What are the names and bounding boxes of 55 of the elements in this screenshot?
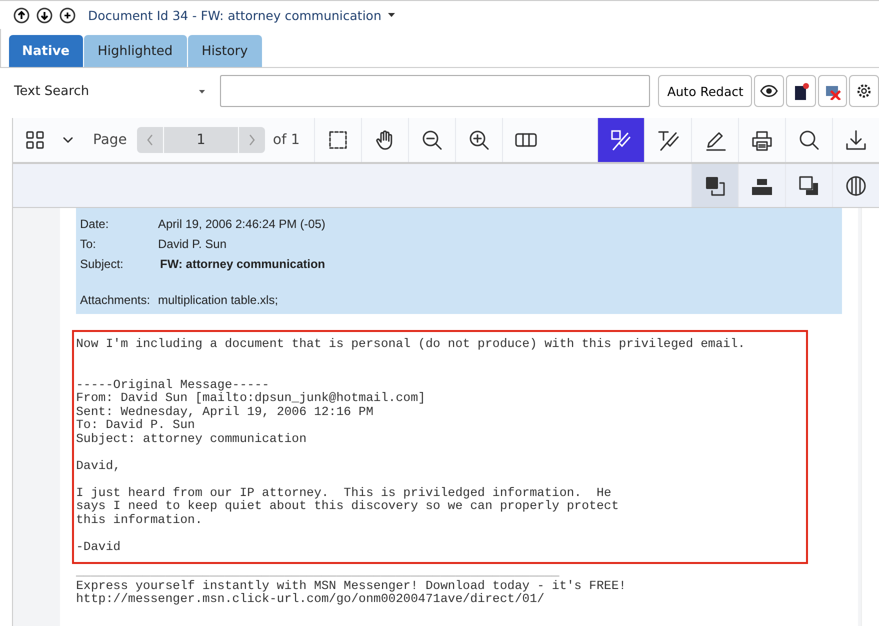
caret-icon: [387, 11, 396, 19]
chevron-left-icon: [146, 134, 154, 146]
search-mode-dropdown[interactable]: Text Search: [6, 76, 212, 106]
field-value: FW: attorney communication: [160, 257, 326, 271]
field-label: Date:: [80, 217, 110, 231]
caret-icon: [198, 88, 206, 94]
add-button[interactable]: [59, 6, 76, 24]
auto-redact-button[interactable]: Auto Redact: [658, 75, 752, 107]
search-field[interactable]: [220, 75, 650, 107]
email-paragraph: -----Original Message----- From: David Sun [mailto:dpsun_junk@hotmail.com] Sent: Wednesday, April 19, 2006 12:16 PM To: David P. Sun Subject: attorney communication: [76, 378, 426, 446]
email-paragraph: Now I'm including a document that is personal (do not produce) with this privileged email.: [76, 338, 746, 352]
field-value: April 19, 2006 2:46:24 PM (-05): [158, 217, 326, 231]
print-icon: [751, 129, 773, 151]
selection-icon: [326, 129, 349, 151]
document-title: Document Id 34 - FW: attorney communication: [88, 8, 382, 22]
contrast-icon: [845, 174, 867, 196]
field-label: To:: [80, 237, 98, 251]
overlay-icon: [704, 174, 726, 196]
overlay-button[interactable]: [691, 164, 738, 207]
field-label: Attachments:: [80, 293, 152, 307]
zoom-in-icon: [468, 129, 490, 151]
field-value: multiplication table.xls;: [158, 293, 278, 307]
search-icon: [798, 129, 820, 151]
chevron-down-icon: [62, 135, 74, 145]
grid-icon: [25, 130, 45, 150]
settings-button[interactable]: [849, 75, 879, 107]
eye-icon: [760, 82, 778, 100]
download-icon: [845, 129, 867, 151]
page-number-field[interactable]: 1: [164, 127, 238, 153]
tab[interactable]: Native: [9, 35, 83, 67]
up-button[interactable]: [13, 6, 30, 24]
redact-button[interactable]: [597, 118, 644, 162]
footer-text: Express yourself instantly with MSN Messenger! Download today - it's FREE!: [76, 580, 628, 593]
text-redact-icon: [657, 129, 679, 151]
email-paragraph: I just heard from our IP attorney. This is priviledged information. He says I need to keep quiet about this discovery so we can properly protect this information.: [76, 486, 620, 527]
chevron-right-icon: [248, 134, 256, 146]
field-value: David P. Sun: [158, 237, 226, 251]
remove-redaction-button[interactable]: [818, 75, 848, 107]
settings-icon: [855, 82, 874, 100]
page-label: Page: [93, 132, 127, 148]
down-button[interactable]: [36, 6, 53, 24]
tab[interactable]: History: [188, 35, 262, 67]
email-paragraph: David,: [76, 460, 122, 473]
redaction-button[interactable]: [786, 75, 816, 107]
eye-button[interactable]: [754, 75, 784, 107]
zoom-out-icon: [420, 129, 443, 151]
plus-icon: [59, 6, 76, 24]
field-label: Subject:: [80, 257, 124, 271]
separator-line: _________________________________________________________________: [76, 566, 560, 580]
page-count: of 1: [272, 132, 300, 148]
email-paragraph: -David: [76, 540, 122, 554]
shadow-icon: [798, 174, 820, 196]
footer-link[interactable]: http://messenger.msn.click-url.com/go/onm00200471ave/direct/01/: [76, 593, 842, 606]
tab[interactable]: Highlighted: [84, 35, 187, 67]
redact-icon: [610, 129, 632, 151]
